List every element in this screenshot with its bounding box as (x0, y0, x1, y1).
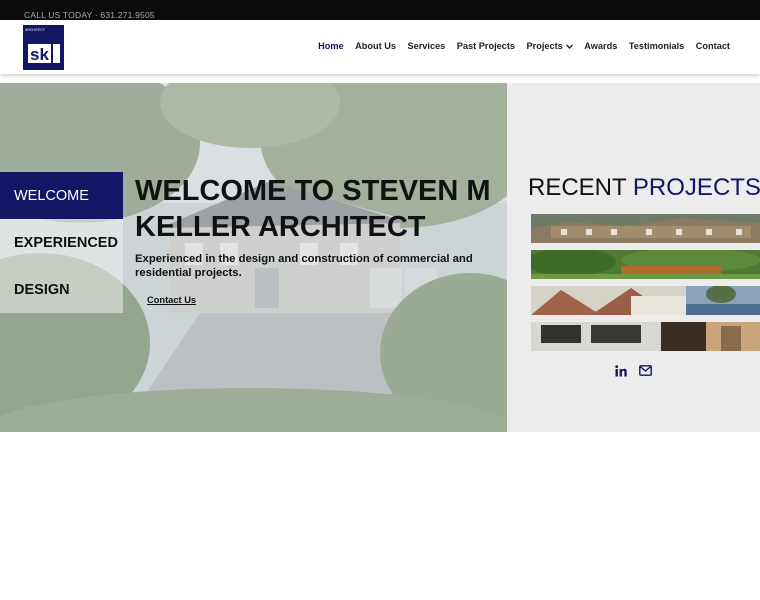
nav-awards[interactable]: Awards (584, 41, 617, 51)
project-thumbnail[interactable] (531, 250, 760, 279)
project-thumbnails (531, 214, 760, 358)
nav-projects[interactable]: Projects (527, 41, 573, 51)
main-nav: Home About Us Services Past Projects Pro… (318, 41, 730, 51)
svg-text:ARCHITECT: ARCHITECT (25, 28, 46, 32)
tab-welcome[interactable]: WELCOME (0, 172, 123, 219)
social-links (615, 365, 652, 377)
hero-subtitle: Experienced in the design and constructi… (135, 253, 473, 279)
recent-projects-panel: RECENT PROJECTS (507, 83, 760, 432)
tab-design[interactable]: DESIGN (0, 266, 123, 313)
call-us-text: CALL US TODAY · 631.271.9505 (24, 10, 155, 20)
recent-projects-title-accent: PROJECTS (632, 174, 760, 201)
site-logo[interactable]: ARCHITECT sk (23, 25, 64, 70)
nav-past-projects[interactable]: Past Projects (457, 41, 515, 51)
hero-tabs: WELCOME EXPERIENCED DESIGN (0, 172, 123, 313)
nav-about-us[interactable]: About Us (355, 41, 396, 51)
site-header: ARCHITECT sk Home About Us Services Past… (0, 20, 760, 74)
nav-contact[interactable]: Contact (696, 41, 730, 51)
project-thumbnail[interactable] (531, 286, 760, 315)
contact-us-link[interactable]: Contact Us (147, 295, 196, 305)
chevron-down-icon (565, 42, 573, 51)
hero-banner: WELCOME EXPERIENCED DESIGN WELCOME TO ST… (0, 83, 507, 432)
nav-projects-label: Projects (526, 41, 563, 51)
hero-title: WELCOME TO STEVEN M KELLER ARCHITECT (135, 175, 491, 243)
project-thumbnail[interactable] (531, 214, 760, 243)
nav-services[interactable]: Services (407, 41, 445, 51)
top-bar: CALL US TODAY · 631.271.9505 (0, 0, 760, 20)
linkedin-icon[interactable] (615, 365, 627, 377)
project-thumbnail[interactable] (531, 322, 760, 351)
svg-text:sk: sk (30, 45, 49, 64)
nav-home[interactable]: Home (318, 41, 344, 51)
recent-projects-title-plain: RECENT (528, 174, 627, 201)
email-icon[interactable] (639, 365, 652, 377)
recent-projects-title: RECENT PROJECTS (528, 174, 760, 202)
tab-experienced[interactable]: EXPERIENCED (0, 219, 123, 266)
nav-testimonials[interactable]: Testimonials (629, 41, 684, 51)
